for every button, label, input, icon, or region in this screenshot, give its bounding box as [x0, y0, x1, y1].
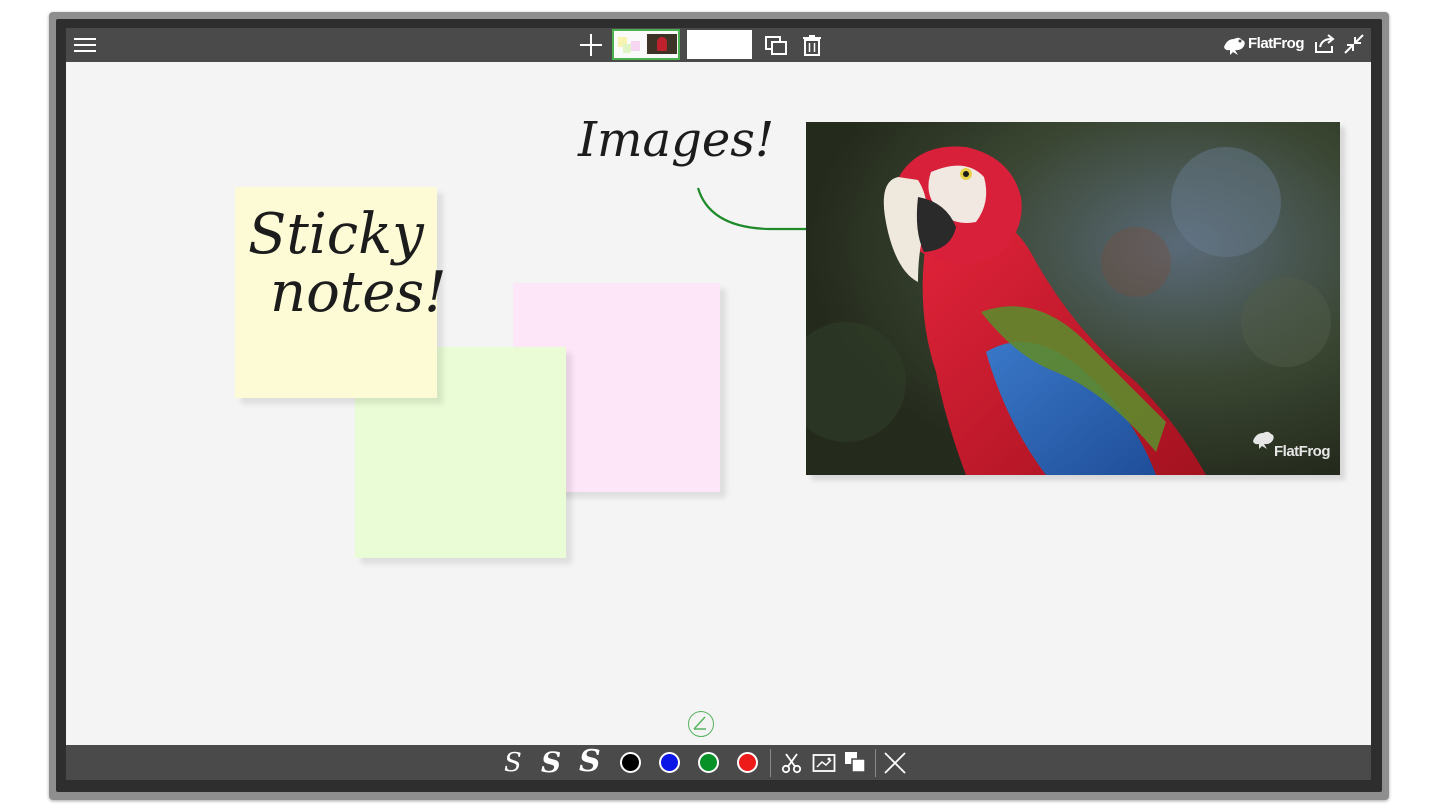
- toolbar-divider: [875, 749, 876, 777]
- close-icon[interactable]: [883, 751, 907, 775]
- add-page-icon[interactable]: [580, 34, 602, 56]
- trash-icon[interactable]: [802, 34, 822, 56]
- handwritten-images-label: Images!: [578, 112, 775, 168]
- thumb-note: [631, 41, 640, 51]
- thumb-image: [647, 34, 677, 54]
- pen-hint-icon[interactable]: [688, 711, 714, 737]
- color-black-swatch[interactable]: [620, 752, 641, 773]
- share-icon[interactable]: [1314, 34, 1336, 54]
- toolbar-divider: [770, 749, 771, 777]
- color-red-swatch[interactable]: [737, 752, 758, 773]
- layers-icon[interactable]: [843, 750, 867, 774]
- screenshot-icon[interactable]: [812, 752, 836, 774]
- parrot-photo[interactable]: [806, 122, 1340, 475]
- hamburger-menu-icon[interactable]: [74, 38, 96, 52]
- pen-thin-button[interactable]: S: [504, 748, 522, 778]
- duplicate-page-icon[interactable]: [765, 36, 787, 56]
- page-thumbnail-blank[interactable]: [687, 30, 752, 59]
- angle-icon: [693, 716, 706, 730]
- sticky-note-line: Sticky: [248, 202, 424, 267]
- color-green-swatch[interactable]: [698, 752, 719, 773]
- page-thumbnail-active[interactable]: [612, 29, 680, 60]
- sticky-note-line: notes!: [270, 260, 447, 325]
- scissors-icon[interactable]: [780, 751, 804, 775]
- flatfrog-logo-icon: [1224, 37, 1245, 55]
- sticky-note-handwriting: Sticky notes!: [248, 202, 447, 325]
- pen-thick-button[interactable]: S: [579, 744, 601, 779]
- watermark-logo-icon: [1253, 431, 1274, 449]
- image-watermark-text: FlatFrog: [1274, 443, 1331, 460]
- brand-logo-text: FlatFrog: [1248, 35, 1305, 52]
- thumb-note: [623, 44, 631, 53]
- exit-fullscreen-icon[interactable]: [1343, 33, 1365, 55]
- pen-medium-button[interactable]: S: [541, 746, 561, 779]
- color-blue-swatch[interactable]: [659, 752, 680, 773]
